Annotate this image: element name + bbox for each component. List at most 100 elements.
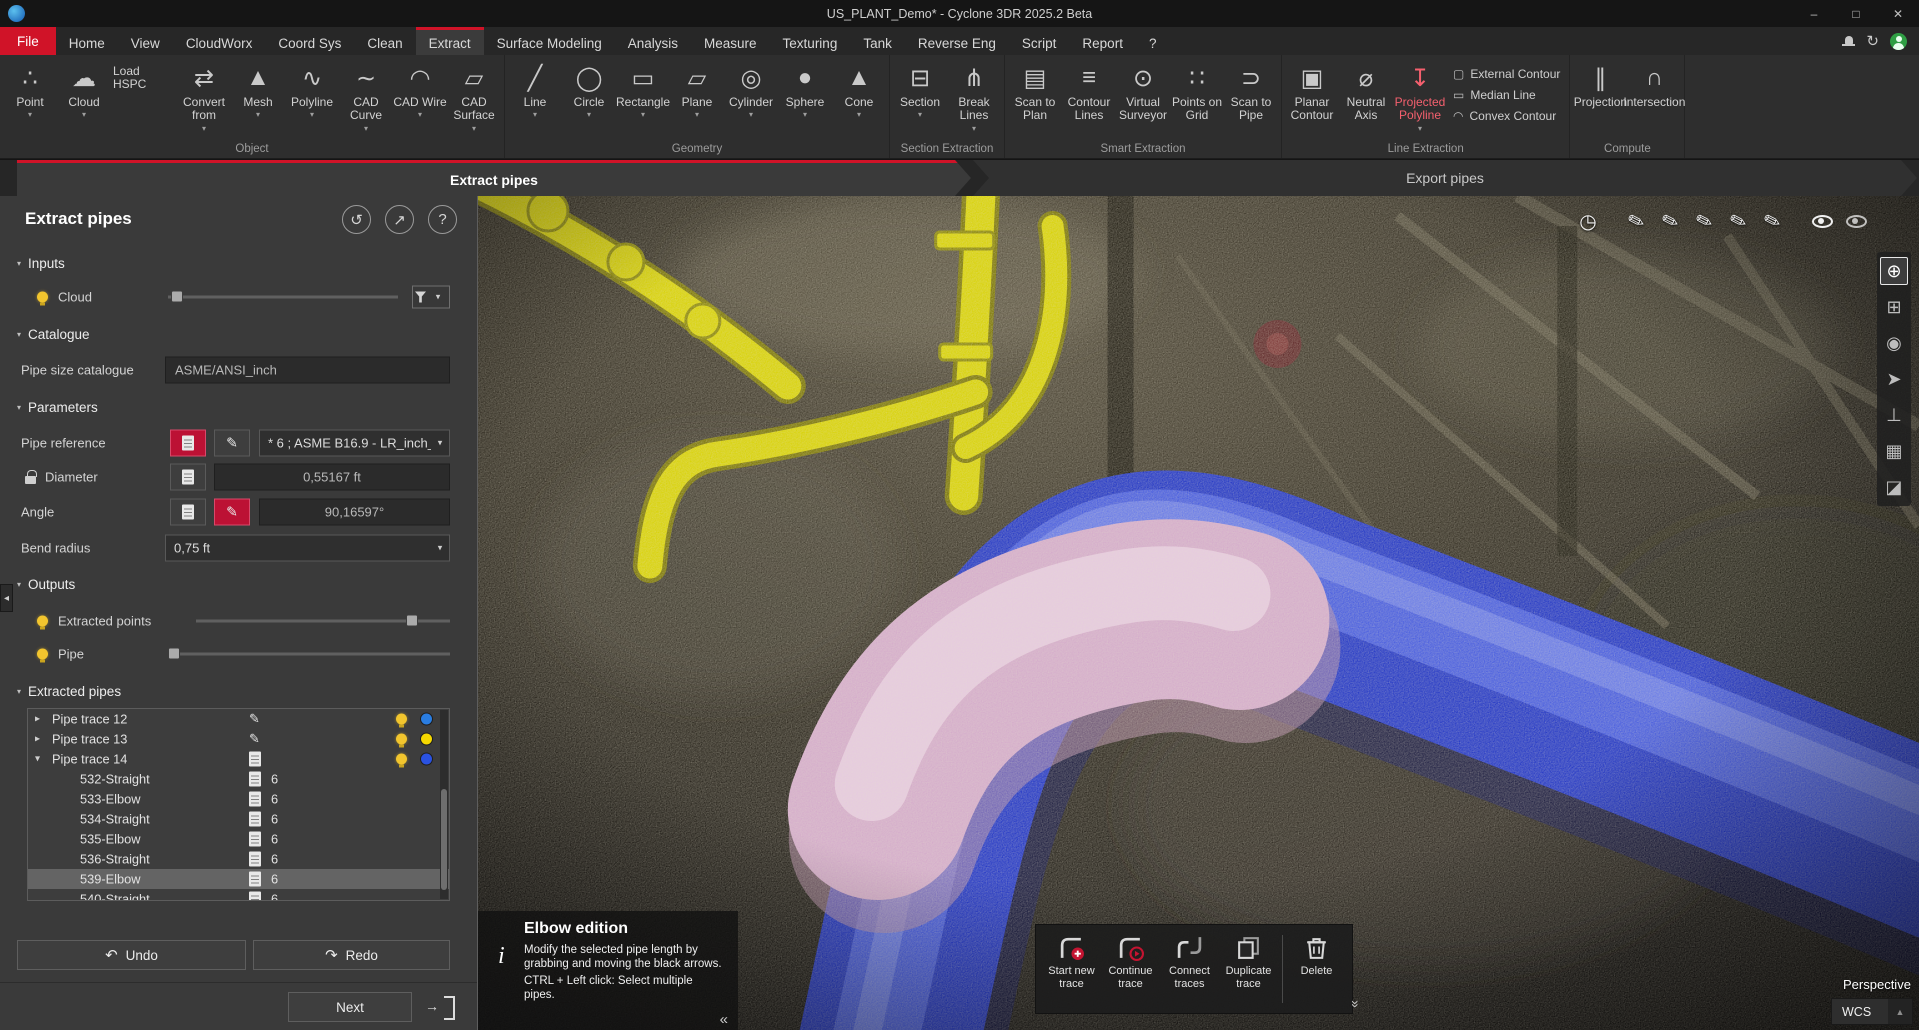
expander-icon[interactable]: ▸ [35,714,40,725]
ribbon-item-cloud[interactable]: ☁Cloud▾ [57,57,111,119]
recenter-target-icon[interactable]: ⊕ [1880,257,1908,285]
pipe-reference-edit-button[interactable]: ✎ [214,430,250,457]
viewport-3d[interactable]: ◷✎✎✎✎✎ ⊕⊞◉➤⊥▦◪ i Elbow edition Modify th… [477,196,1919,1030]
visibility-bulb-icon[interactable] [396,734,407,745]
tree-scrollbar[interactable] [440,710,448,899]
angle-edit-button[interactable]: ✎ [214,499,250,526]
pipe-pen-split-icon[interactable]: ✎ [1723,206,1753,236]
tree-pipe-trace-row[interactable]: ▸Pipe trace 13✎ [28,729,449,749]
trace-color-swatch[interactable] [420,733,433,746]
pipe-pen-trace-icon[interactable]: ✎ [1757,206,1787,236]
hide-cloud-eye-icon[interactable] [1841,206,1871,236]
view-compass-icon[interactable]: ◷ [1573,206,1603,236]
ribbon-item-sphere[interactable]: ●Sphere▾ [778,57,832,119]
menu-tab-clean[interactable]: Clean [354,27,415,55]
help-icon[interactable]: ? [428,205,457,234]
menu-tab-cloudworx[interactable]: CloudWorx [173,27,266,55]
ribbon-item-contour-lines[interactable]: ≡Contour Lines [1062,57,1116,123]
ribbon-item-mesh[interactable]: ▲Mesh▾ [231,57,285,119]
visibility-bulb-icon[interactable] [396,714,407,725]
ribbon-item-planar-contour[interactable]: ▣Planar Contour [1285,57,1339,123]
menu-tab-analysis[interactable]: Analysis [615,27,691,55]
ribbon-item-break-lines[interactable]: ⋔Break Lines▾ [947,57,1001,133]
collapse-info-button[interactable]: « [720,1011,728,1028]
wcs-selector[interactable]: WCS ▲ [1831,998,1913,1025]
document-icon[interactable] [249,752,261,767]
scrollbar-thumb[interactable] [441,789,447,889]
section-catalogue[interactable]: ▾ Catalogue [17,327,90,342]
section-inputs[interactable]: ▾ Inputs [17,256,65,271]
angle-from-file-button[interactable] [170,499,206,526]
tree-pipe-segment-row[interactable]: 535-Elbow6 [28,829,449,849]
pipe-pen-add-icon[interactable]: ✎ [1621,206,1651,236]
zoom-window-icon[interactable]: ⊞ [1880,293,1908,321]
undo-button[interactable]: ↶ Undo [17,940,246,970]
section-extracted-pipes[interactable]: ▾ Extracted pipes [17,684,121,699]
slider-thumb[interactable] [171,291,183,303]
ribbon-item-cad-surface[interactable]: ▱CAD Surface▾ [447,57,501,133]
ribbon-item-neutral-axis[interactable]: ⌀Neutral Axis [1339,57,1393,123]
iso-view-icon[interactable]: ◪ [1880,473,1908,501]
menu-tab-reverse-eng[interactable]: Reverse Eng [905,27,1009,55]
visibility-bulb-icon[interactable] [37,616,48,627]
delete-trace-button[interactable]: Delete [1287,930,1346,1008]
tree-pipe-trace-row[interactable]: ▸Pipe trace 12✎ [28,709,449,729]
ribbon-item-plane[interactable]: ▱Plane▾ [670,57,724,119]
bend-radius-dropdown[interactable]: 0,75 ft ▾ [165,535,450,562]
ribbon-item-projection[interactable]: ∥Projection [1573,57,1627,109]
menu-tab-home[interactable]: Home [56,27,118,55]
tree-pipe-segment-row[interactable]: 533-Elbow6 [28,789,449,809]
ribbon-item-intersection[interactable]: ∩Intersection [1627,57,1681,109]
tree-pipe-segment-row[interactable]: 536-Straight6 [28,849,449,869]
doc-tab-extract-pipes[interactable]: Extract pipes [17,160,971,196]
ribbon-item-external-contour[interactable]: ▢External Contour [1453,67,1560,81]
ribbon-item-circle[interactable]: ◯Circle▾ [562,57,616,119]
pipe-reference-catalogue-button[interactable] [170,430,206,457]
ribbon-item-cad-wire[interactable]: ◠CAD Wire▾ [393,57,447,119]
cloud-filter-button[interactable]: ▾ [412,286,450,309]
angle-field[interactable]: 90,16597° [259,499,450,526]
panel-collapse-handle[interactable]: ◂ [0,584,13,612]
ribbon-item-convert-from[interactable]: ⇄Convert from▾ [177,57,231,133]
ribbon-item-cad-curve[interactable]: ∼CAD Curve▾ [339,57,393,133]
tree-pipe-segment-row[interactable]: 532-Straight6 [28,769,449,789]
ribbon-item-projected-polyline[interactable]: ↧Projected Polyline▾ [1393,57,1447,133]
menu-tab-report[interactable]: Report [1069,27,1136,55]
slider-thumb[interactable] [406,615,418,627]
ribbon-item-convex-contour[interactable]: ◠Convex Contour [1453,109,1560,123]
diameter-from-file-button[interactable] [170,464,206,491]
ribbon-item-scan-to-plan[interactable]: ▤Scan to Plan [1008,57,1062,123]
tree-pipe-segment-row[interactable]: 540-Straight6 [28,889,449,901]
close-button[interactable]: ✕ [1877,0,1919,27]
menu-tab-view[interactable]: View [118,27,173,55]
pipe-pen-remove-icon[interactable]: ✎ [1655,206,1685,236]
show-cloud-eye-icon[interactable] [1807,206,1837,236]
duplicate-trace-button[interactable]: Duplicate trace [1219,930,1278,1008]
ribbon-item-load-hspc[interactable]: Load HSPC [111,57,177,91]
detach-window-icon[interactable]: ↗ [385,205,414,234]
pipe-reference-dropdown[interactable]: * 6 ; ASME B16.9 - LR_inch_ ▾ [259,430,450,457]
visibility-bulb-icon[interactable] [396,754,407,765]
section-outputs[interactable]: ▾ Outputs [17,577,75,592]
menu-tab-texturing[interactable]: Texturing [770,27,851,55]
next-button[interactable]: Next [288,992,412,1022]
extracted-points-slider[interactable] [196,608,450,635]
notifications-bell-icon[interactable] [1842,35,1855,48]
expander-icon[interactable]: ▸ [35,734,40,745]
cloud-opacity-slider[interactable] [168,284,398,311]
menu-tab-surface-modeling[interactable]: Surface Modeling [484,27,615,55]
visibility-bulb-icon[interactable] [37,292,48,303]
diameter-field[interactable]: 0,55167 ft [214,464,450,491]
reset-icon[interactable]: ↺ [342,205,371,234]
pipe-slider[interactable] [168,641,450,668]
menu-tab-help[interactable]: ? [1136,27,1170,55]
tree-pipe-trace-row[interactable]: ▾Pipe trace 14 [28,749,449,769]
minimize-button[interactable]: – [1793,0,1835,27]
ribbon-item-cylinder[interactable]: ◎Cylinder▾ [724,57,778,119]
toolbar-collapse-chevron[interactable]: » [1348,1000,1364,1008]
menu-tab-script[interactable]: Script [1009,27,1070,55]
ribbon-item-section[interactable]: ⊟Section▾ [893,57,947,119]
trace-color-swatch[interactable] [420,753,433,766]
camera-view-icon[interactable]: ◉ [1880,329,1908,357]
doc-tab-export-pipes[interactable]: Export pipes [973,160,1917,196]
